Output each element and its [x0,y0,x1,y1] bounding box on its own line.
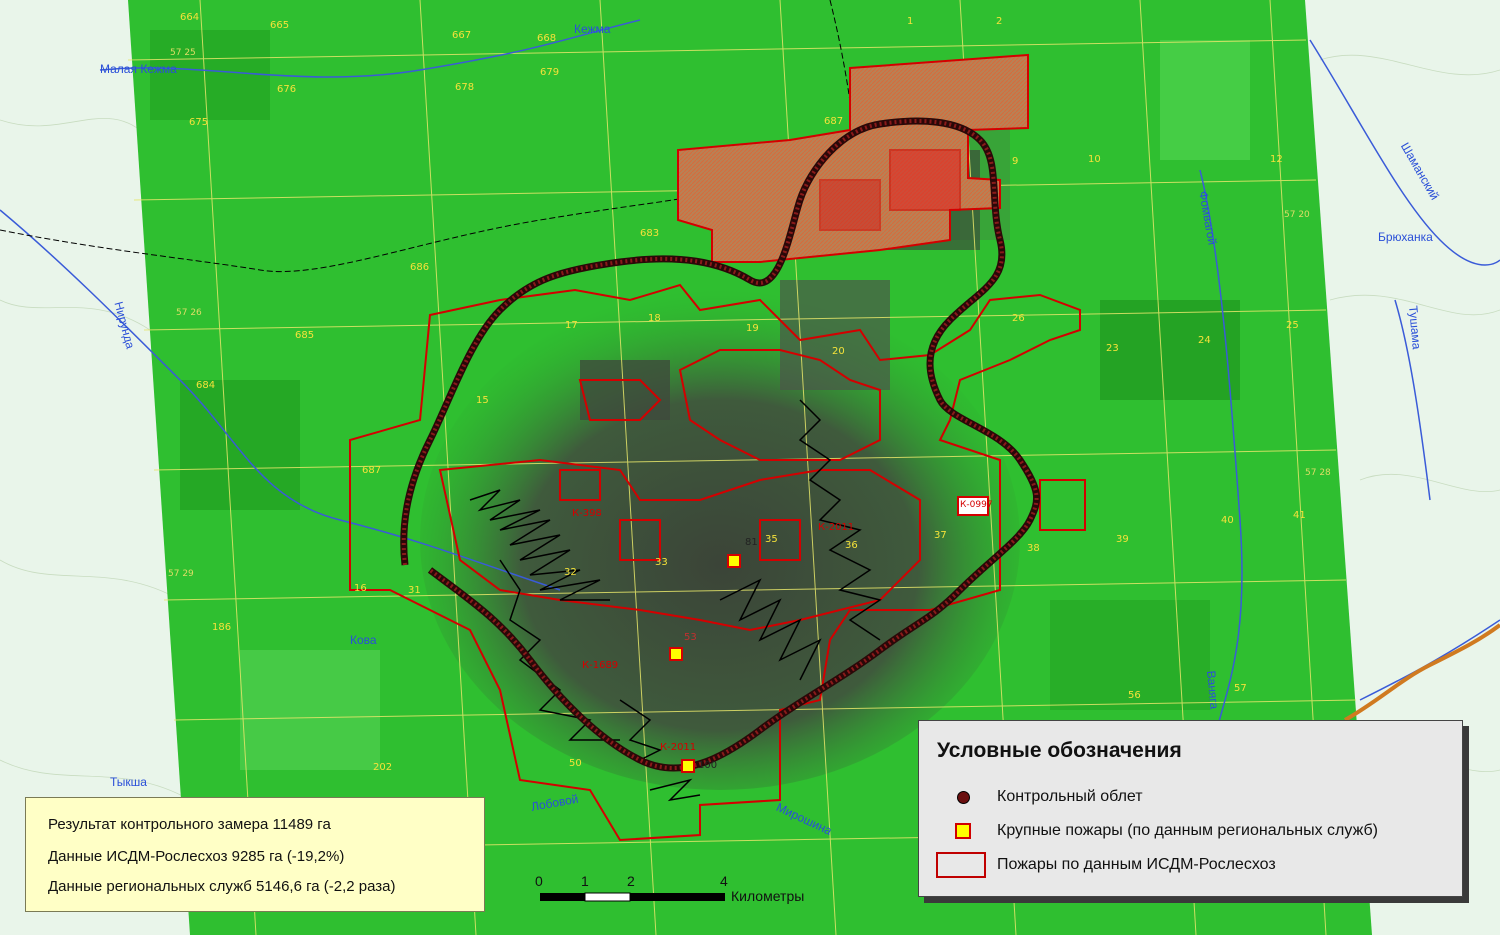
control-flight-dot-icon [957,791,970,804]
large-fire-square-icon [955,823,971,839]
scale-tick: 4 [720,873,728,889]
legend-item-label: Пожары по данным ИСДМ-Рослесхоз [997,856,1276,873]
isdm-fire-rect-icon [936,852,986,878]
scale-bar [540,892,725,902]
legend-item-label: Крупные пожары (по данным региональных с… [997,822,1378,839]
legend: Условные обозначения Контрольный облет К… [918,720,1463,897]
legend-item-label: Контрольный облет [997,788,1143,805]
regional-data-text: Данные региональных служб 5146,6 га (-2,… [48,878,396,895]
isdm-data-text: Данные ИСДМ-Рослесхоз 9285 га (-19,2%) [48,848,345,865]
scale-units-label: Километры [731,888,805,904]
scale-tick: 2 [627,873,635,889]
fire-label-box [957,496,989,516]
scale-tick: 1 [581,873,589,889]
legend-item-isdm-fires: Пожары по данным ИСДМ-Рослесхоз [919,852,1462,882]
legend-item-control-flight: Контрольный облет [919,784,1462,814]
control-result-text: Результат контрольного замера 11489 га [48,816,331,833]
legend-title: Условные обозначения [937,739,1182,762]
measurement-summary-box: Результат контрольного замера 11489 га Д… [25,797,485,912]
legend-item-large-fires: Крупные пожары (по данным региональных с… [919,818,1462,848]
scale-tick: 0 [535,873,543,889]
map-view[interactable]: Малая Кежма Кежма Нирунда Кова Тыкша Шам… [0,0,1500,935]
